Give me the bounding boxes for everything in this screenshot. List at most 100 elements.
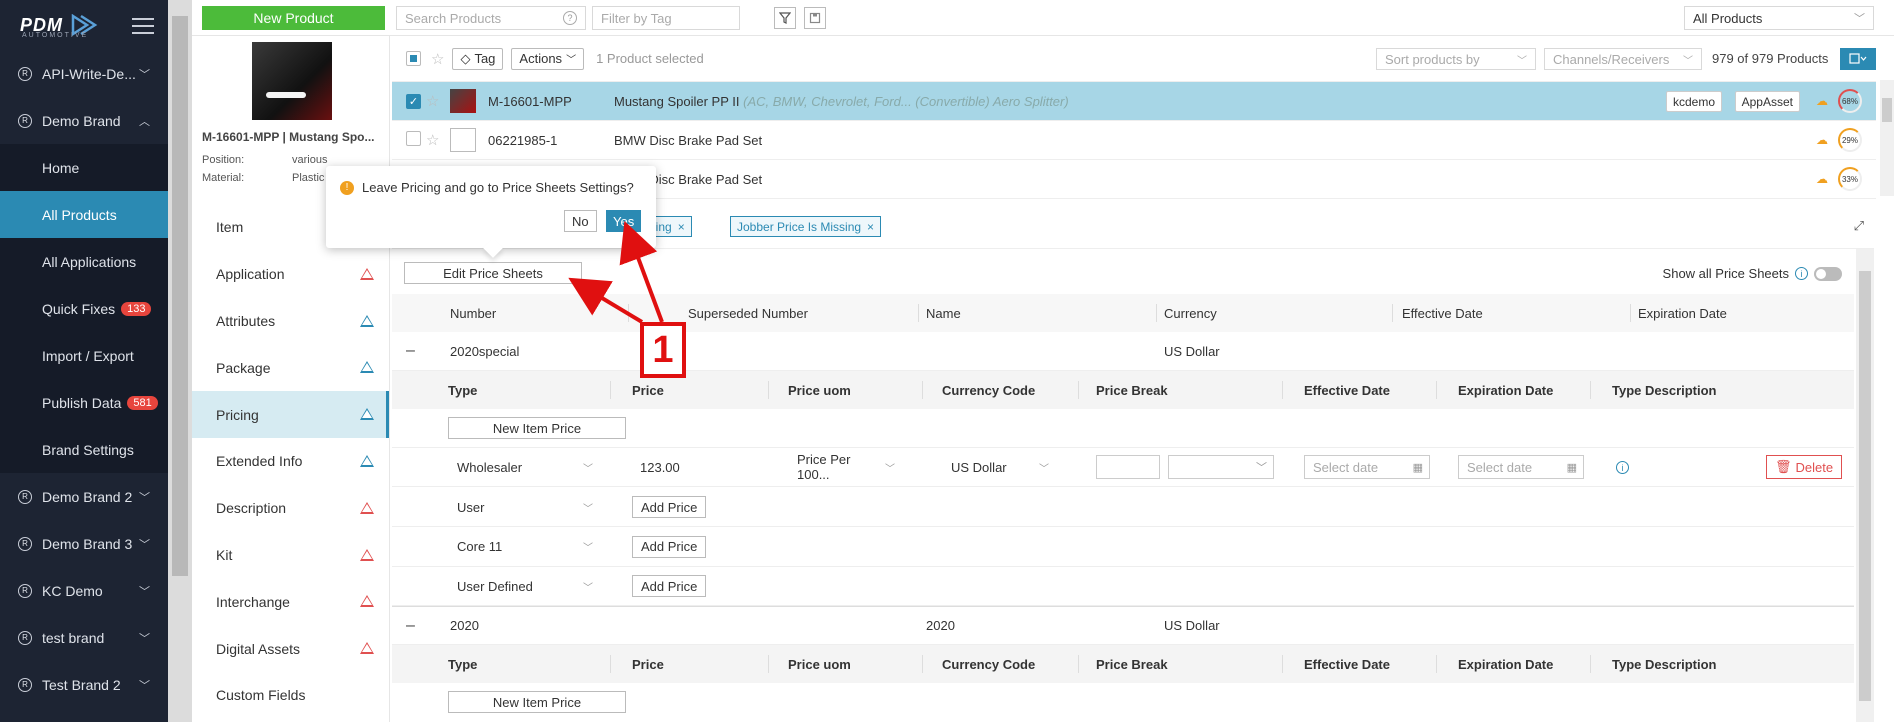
- tab-digital-assets[interactable]: Digital Assets: [192, 625, 389, 672]
- show-all-toggle[interactable]: [1814, 266, 1842, 281]
- filter-icon[interactable]: [774, 7, 796, 29]
- item-price-row: Core 11 ﹀ Add Price: [392, 528, 1854, 567]
- item-price-header-row: Type Price Price uom Currency Code Price…: [392, 371, 1854, 409]
- new-product-button[interactable]: New Product: [202, 6, 385, 30]
- add-price-button[interactable]: Add Price: [632, 575, 707, 597]
- sort-select[interactable]: Sort products by ﹀: [1376, 48, 1536, 70]
- price-sheet-row[interactable]: – 2020special US Dollar: [392, 332, 1854, 371]
- yes-button[interactable]: Yes: [606, 210, 642, 232]
- nav-sub-item[interactable]: All Products: [0, 191, 168, 238]
- nav-sub-item[interactable]: Quick Fixes 133: [0, 285, 168, 332]
- price-break-input[interactable]: [1096, 455, 1160, 479]
- show-all-price-sheets: Show all Price Sheets i: [1663, 266, 1842, 281]
- tab-attributes[interactable]: Attributes: [192, 298, 389, 345]
- type-select[interactable]: Wholesaler ﹀: [448, 455, 602, 479]
- delete-button[interactable]: 🗑 Delete: [1766, 455, 1843, 479]
- tab-extended-info[interactable]: Extended Info: [192, 438, 389, 485]
- chevron-down-icon: ﹀: [1854, 13, 1865, 25]
- tab-kit[interactable]: Kit: [192, 532, 389, 579]
- col-name: Name: [926, 305, 961, 321]
- nav-brand-item[interactable]: Rtest brand ﹀: [0, 614, 168, 661]
- tag-pill[interactable]: kcdemo: [1665, 91, 1722, 112]
- tab-description[interactable]: Description: [192, 485, 389, 532]
- type-select[interactable]: Core 11 ﹀: [448, 534, 602, 559]
- chevron-down-icon: ﹀: [885, 463, 895, 475]
- nav-sub-item[interactable]: Home: [0, 144, 168, 191]
- brand-icon: R: [18, 489, 32, 504]
- view-toggle-button[interactable]: [1840, 48, 1876, 70]
- currency-select[interactable]: US Dollar ﹀: [942, 455, 1058, 479]
- info-icon[interactable]: i: [1616, 461, 1629, 474]
- chevron-down-icon: ﹀: [566, 55, 577, 66]
- new-item-price-button[interactable]: New Item Price: [448, 691, 626, 713]
- left-nav: PDM AUTOMOTIVE R API-Write-De... ﹀ R Demo Br…: [0, 0, 168, 722]
- tab-interchange[interactable]: Interchange: [192, 578, 389, 625]
- uom-select[interactable]: Price Per 100... ﹀: [788, 452, 904, 482]
- tab-pricing[interactable]: Pricing: [192, 391, 389, 438]
- nav-sub-item[interactable]: All Applications: [0, 238, 168, 285]
- nav-brand-item[interactable]: R Demo Brand 2 ﹀: [0, 473, 168, 520]
- price-value[interactable]: 123.00: [640, 448, 680, 486]
- expiration-date-picker[interactable]: Select date ▦: [1458, 455, 1584, 479]
- nav-sub-item[interactable]: Import / Export: [0, 332, 168, 379]
- nav-sub-item[interactable]: Publish Data 581: [0, 379, 168, 426]
- panel-scrollbar[interactable]: [168, 0, 192, 722]
- effective-date-picker[interactable]: Select date ▦: [1304, 455, 1430, 479]
- count-badge: 581: [127, 395, 158, 410]
- nav-brand-item[interactable]: R API-Write-De... ﹀: [0, 50, 168, 97]
- collapse-menu-icon[interactable]: [132, 18, 154, 39]
- close-icon[interactable]: ×: [867, 220, 874, 234]
- nav-brand-item[interactable]: R Test Brand 2 ﹀: [0, 661, 168, 708]
- nav-brand-item[interactable]: R KC Demo ﹀: [0, 567, 168, 614]
- jobber-missing-chip[interactable]: Jobber Price Is Missing ×: [730, 216, 882, 237]
- pricing-scrollbar[interactable]: [1856, 249, 1874, 722]
- new-item-price-button[interactable]: New Item Price: [448, 417, 626, 439]
- chevron-down-icon: ﹀: [1683, 55, 1693, 67]
- type-select[interactable]: User Defined ﹀: [448, 574, 602, 598]
- no-button[interactable]: No: [564, 210, 597, 232]
- filter-by-tag-input[interactable]: Filter by Tag: [592, 6, 740, 30]
- product-image[interactable]: [252, 42, 332, 120]
- edit-price-sheets-button[interactable]: Edit Price Sheets: [404, 262, 582, 284]
- price-sheet-row[interactable]: – 2020 2020 US Dollar: [392, 606, 1854, 645]
- type-select[interactable]: User ﹀: [448, 495, 602, 519]
- chevron-down-icon: ﹀: [139, 68, 150, 81]
- price-break-uom-select[interactable]: ﹀: [1168, 455, 1274, 479]
- saved-filter-icon[interactable]: [804, 7, 826, 29]
- tab-custom-fields[interactable]: Custom Fields: [192, 672, 389, 719]
- channels-select[interactable]: Channels/Receivers ﹀: [1544, 48, 1702, 70]
- help-icon[interactable]: ?: [563, 11, 577, 25]
- product-scope-value: All Products: [1693, 10, 1763, 26]
- col-expiration-date: Expiration Date: [1638, 305, 1727, 321]
- tab-application[interactable]: Application: [192, 251, 389, 298]
- sheet-currency: US Dollar: [1164, 618, 1220, 633]
- expand-icon[interactable]: ⤢: [1854, 218, 1864, 234]
- info-icon[interactable]: i: [1795, 267, 1808, 280]
- add-price-button[interactable]: Add Price: [632, 496, 707, 518]
- nav-sub-item[interactable]: Brand Settings: [0, 426, 168, 473]
- tag-button[interactable]: ◇ Tag: [452, 47, 504, 70]
- product-row[interactable]: ✓ ☆ M-16601-MPP Mustang Spoiler PP II (AC, …: [392, 82, 1876, 121]
- close-icon[interactable]: ×: [678, 220, 685, 234]
- product-tabs: Item Application Attributes Package Pricing E…: [192, 204, 390, 722]
- actions-button[interactable]: Actions ﹀: [511, 47, 585, 70]
- product-row[interactable]: ☆ 06221985-1 BMW Disc Brake Pad Set ☁ 29%: [392, 121, 1876, 160]
- collapse-icon[interactable]: –: [406, 617, 415, 635]
- search-input[interactable]: Search Products ?: [396, 6, 586, 30]
- star-icon[interactable]: ☆: [418, 131, 442, 149]
- product-description: BMW Disc Brake Pad Set: [614, 132, 763, 148]
- star-icon[interactable]: ☆: [431, 50, 444, 68]
- product-list-scrollbar[interactable]: [1880, 80, 1894, 196]
- add-price-button[interactable]: Add Price: [632, 535, 707, 558]
- star-icon[interactable]: ☆: [418, 92, 442, 110]
- product-scope-select[interactable]: All Products ﹀: [1684, 6, 1874, 30]
- brand-icon: R: [18, 630, 32, 645]
- chevron-down-icon: ﹀: [1517, 55, 1527, 67]
- tab-package[interactable]: Package: [192, 344, 389, 391]
- chevron-down-icon: ﹀: [583, 543, 593, 554]
- tag-pill[interactable]: AppAsset: [1734, 91, 1800, 112]
- nav-brand-item[interactable]: R Demo Brand 3 ﹀: [0, 520, 168, 567]
- collapse-icon[interactable]: –: [406, 342, 415, 360]
- select-all-checkbox[interactable]: [406, 51, 421, 66]
- nav-brand-item[interactable]: R Demo Brand ︿: [0, 97, 168, 144]
